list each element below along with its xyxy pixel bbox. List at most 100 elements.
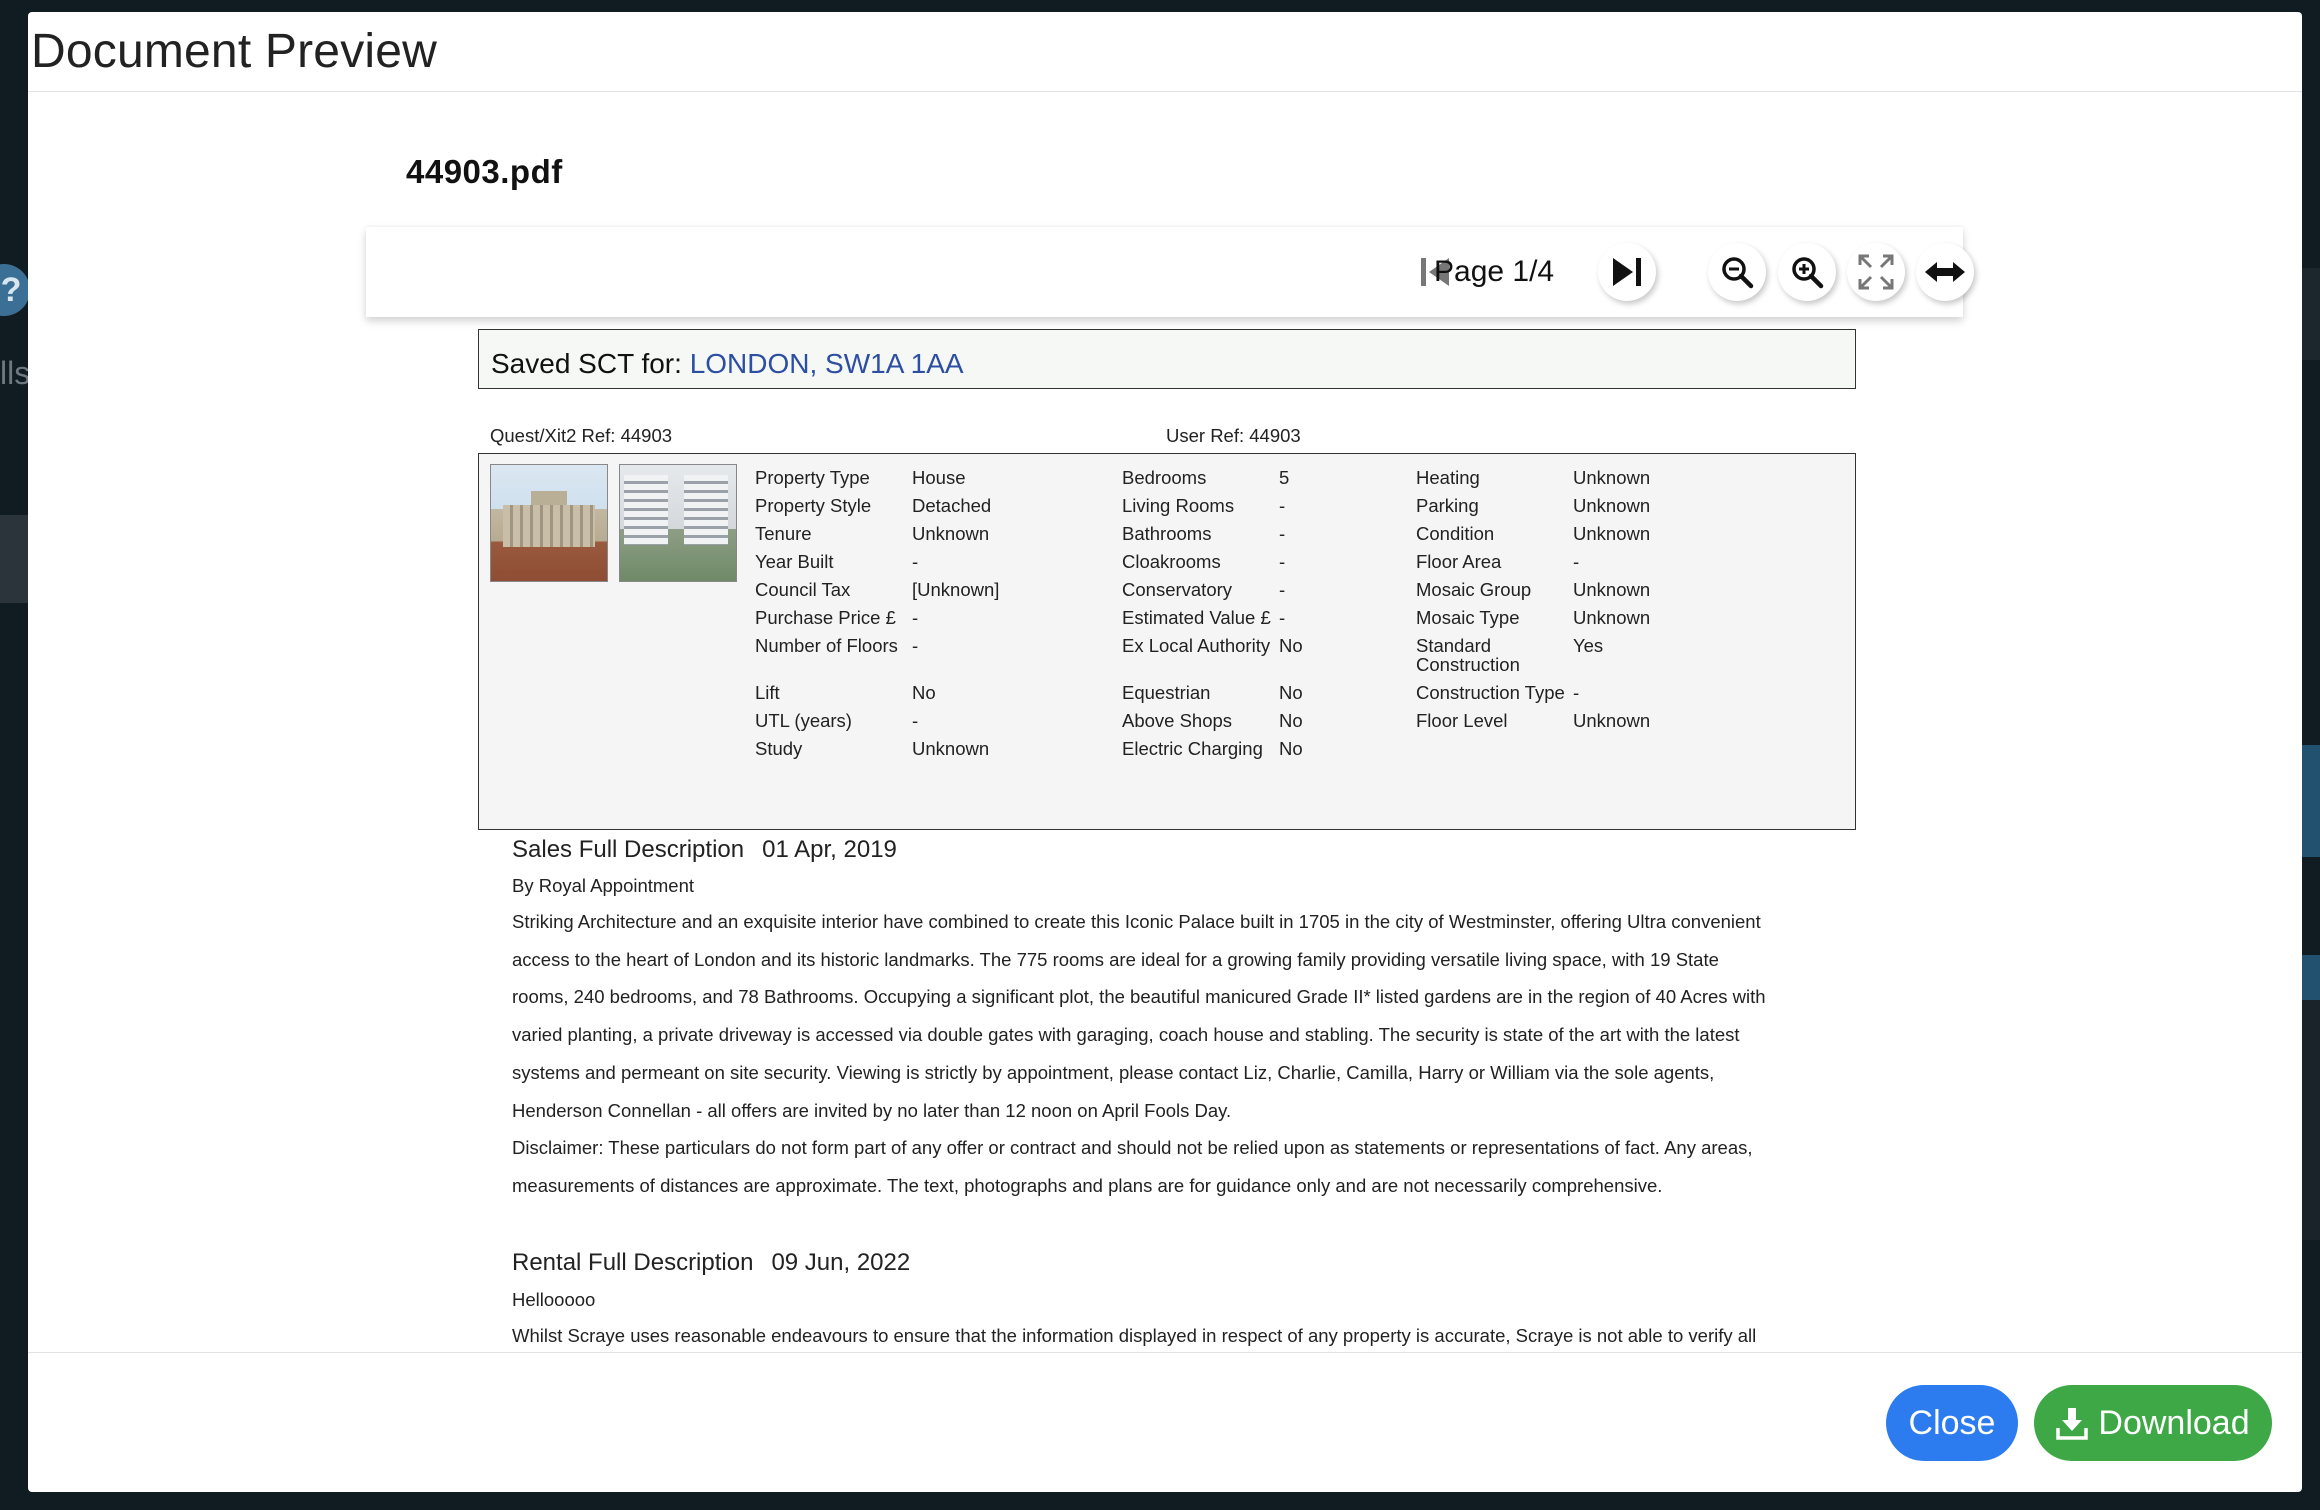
background-panel — [2302, 268, 2320, 360]
last-page-icon — [1613, 258, 1641, 286]
close-label: Close — [1908, 1403, 1996, 1442]
attribute-label: Number of Floors — [755, 635, 898, 656]
attribute-value: - — [912, 551, 919, 572]
sales-date: 01 Apr, 2019 — [762, 836, 897, 863]
description-line: systems and permeant on site security. V… — [512, 1061, 1715, 1083]
file-name: 44903.pdf — [406, 153, 563, 190]
attribute-label: Heating — [1416, 467, 1480, 488]
attribute-label: Floor Area — [1416, 551, 1502, 572]
attribute-value: Unknown — [1573, 710, 1651, 731]
attribute-label: Council Tax — [755, 579, 851, 600]
modal-title: Document Preview — [31, 25, 438, 78]
photo-detail — [503, 505, 595, 547]
property-row: Number of Floors - Ex Local Authority No Sta… — [755, 636, 1693, 683]
attribute-label: UTL (years) — [755, 710, 852, 731]
property-details-box: Property Type House Bedrooms 5 Heating Unknow… — [478, 453, 1856, 830]
attribute-value: No — [1279, 635, 1303, 656]
attribute-label: Property Style — [755, 495, 872, 516]
property-attributes-table: Property Type House Bedrooms 5 Heating Unknow… — [755, 468, 1693, 767]
attribute-label: Ex Local Authority — [1122, 635, 1271, 656]
attribute-value: No — [912, 682, 936, 703]
attribute-value: No — [1279, 682, 1303, 703]
property-row: Property Type House Bedrooms 5 Heating Unknow… — [755, 468, 1693, 496]
document-preview-modal: Document Preview 44903.pdf Page 1/4 Save… — [28, 12, 2302, 1492]
attribute-label: Mosaic Type — [1416, 607, 1520, 628]
attribute-label: Lift — [755, 682, 780, 703]
rental-subtitle: Hellooooo — [512, 1289, 596, 1310]
attribute-value: - — [1279, 523, 1286, 544]
property-row: Lift No Equestrian No Construction Type - — [755, 683, 1693, 711]
modal-body[interactable]: 44903.pdf Page 1/4 Saved SCT for: LONDON… — [28, 93, 2302, 1352]
attribute-value: No — [1279, 738, 1303, 759]
attribute-value: Detached — [912, 495, 992, 516]
close-button[interactable]: Close — [1886, 1385, 2018, 1461]
attribute-value: Unknown — [1573, 467, 1651, 488]
attribute-label: Cloakrooms — [1122, 551, 1221, 572]
attribute-label: Estimated Value £ — [1122, 607, 1271, 628]
attribute-value: - — [1279, 579, 1286, 600]
last-page-button[interactable] — [1598, 243, 1656, 301]
page-indicator: Page 1/4 — [1434, 255, 1555, 288]
attribute-value: Yes — [1573, 635, 1604, 656]
attribute-label: Standard Construction — [1416, 635, 1520, 675]
attribute-label: Property Type — [755, 467, 870, 488]
user-ref: User Ref: 44903 — [1166, 425, 1301, 446]
attribute-value: Unknown — [1573, 523, 1651, 544]
attribute-label: Conservatory — [1122, 579, 1233, 600]
attribute-label: Year Built — [755, 551, 834, 572]
modal-footer: Close Download — [28, 1352, 2302, 1492]
attribute-label: Living Rooms — [1122, 495, 1235, 516]
attribute-label: Floor Level — [1416, 710, 1508, 731]
fullscreen-icon — [1858, 254, 1894, 290]
sales-heading-text: Sales Full Description — [512, 836, 745, 863]
download-button[interactable]: Download — [2034, 1385, 2272, 1461]
zoom-out-icon — [1722, 257, 1754, 289]
property-photo-palace — [490, 464, 608, 582]
attribute-label: Above Shops — [1122, 710, 1233, 731]
attribute-label — [1416, 739, 1573, 767]
quest-ref: Quest/Xit2 Ref: 44903 — [490, 425, 673, 446]
attribute-label: Condition — [1416, 523, 1495, 544]
property-row: Tenure Unknown Bathrooms - Condition Unknown — [755, 524, 1693, 552]
attribute-value: No — [1279, 710, 1303, 731]
attribute-value: - — [1573, 551, 1580, 572]
rental-description-text: Whilst Scraye uses reasonable endeavours… — [512, 1317, 1812, 1352]
background-button — [2302, 745, 2320, 857]
attribute-value: Unknown — [1573, 495, 1651, 516]
attribute-value: Unknown — [912, 523, 990, 544]
attribute-label: Construction Type — [1416, 682, 1565, 703]
saved-sct-header: Saved SCT for: LONDON, SW1A 1AA — [478, 329, 1856, 389]
attribute-value: 5 — [1279, 467, 1290, 488]
zoom-out-button[interactable] — [1708, 243, 1766, 301]
zoom-in-button[interactable] — [1778, 243, 1836, 301]
attribute-label: Bedrooms — [1122, 467, 1207, 488]
rental-date: 09 Jun, 2022 — [771, 1249, 911, 1276]
photo-detail — [684, 475, 728, 545]
fullscreen-button[interactable] — [1847, 243, 1905, 301]
attribute-label: Electric Charging — [1122, 738, 1263, 759]
pdf-toolbar: Page 1/4 — [366, 227, 1974, 317]
attribute-label: Mosaic Group — [1416, 579, 1532, 600]
help-icon[interactable]: ? — [0, 264, 30, 316]
attribute-value: - — [1279, 551, 1286, 572]
download-icon — [2056, 1408, 2089, 1440]
attribute-value: [Unknown] — [912, 579, 1000, 600]
fit-width-button[interactable] — [1916, 243, 1974, 301]
attribute-label: Equestrian — [1122, 682, 1211, 703]
attribute-value: - — [912, 710, 919, 731]
download-label: Download — [2098, 1403, 2250, 1442]
attribute-label: Bathrooms — [1122, 523, 1212, 544]
property-row: Study Unknown Electric Charging No — [755, 739, 1693, 767]
description-line: varied planting, a private driveway is a… — [512, 1024, 1740, 1046]
attribute-value: Unknown — [1573, 607, 1651, 628]
background-nav-text: lls — [0, 355, 31, 391]
fit-width-icon — [1925, 262, 1965, 282]
attribute-value: - — [1573, 682, 1580, 703]
attribute-label: Purchase Price £ — [755, 607, 896, 628]
zoom-in-icon — [1792, 257, 1824, 289]
attribute-value: House — [912, 467, 966, 488]
photo-detail — [624, 475, 668, 545]
attribute-value: - — [1279, 607, 1286, 628]
description-line: Henderson Connellan - all offers are inv… — [512, 1099, 1232, 1121]
property-address: LONDON, SW1A 1AA — [689, 348, 964, 379]
